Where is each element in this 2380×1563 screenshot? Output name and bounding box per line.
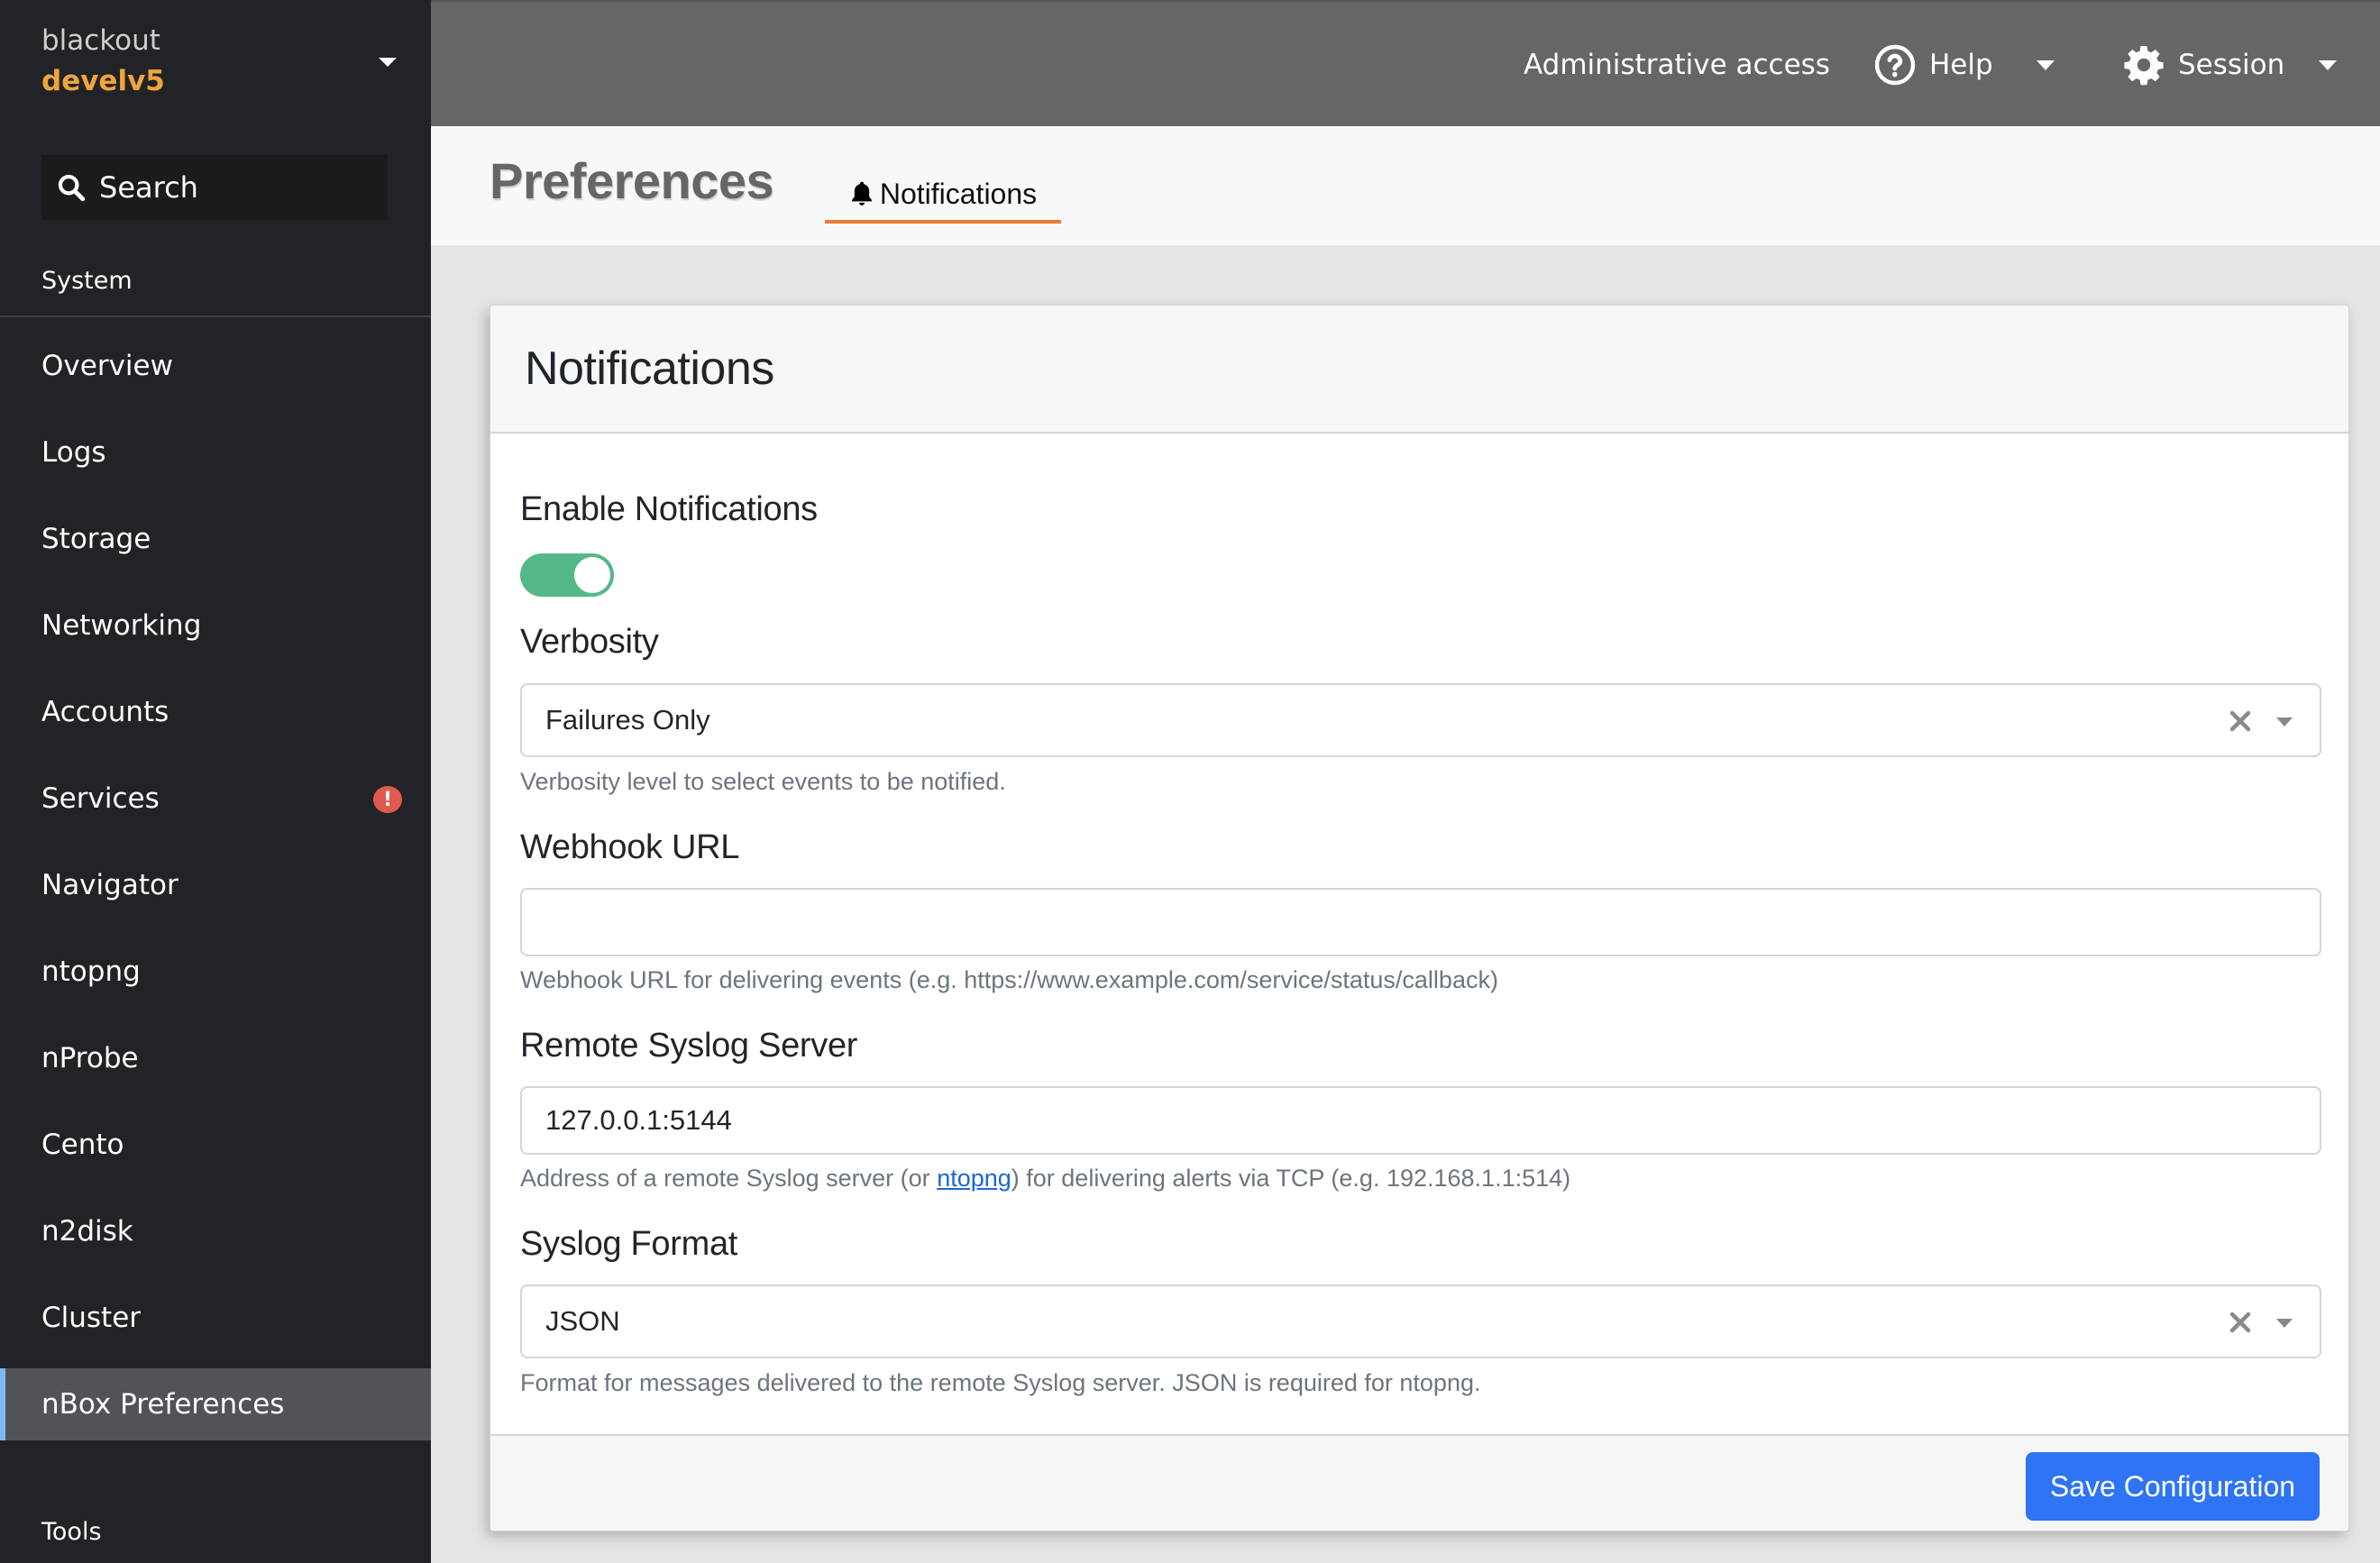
syslog-format-label: Syslog Format (520, 1225, 738, 1263)
admin-access-label: Administrative access (1524, 49, 1830, 81)
clear-icon[interactable] (2224, 705, 2256, 737)
caret-down-icon[interactable] (379, 58, 397, 67)
card-footer: Save Configuration (490, 1434, 2348, 1531)
search-label: Search (99, 170, 198, 205)
remote-syslog-server-input[interactable] (520, 1086, 2321, 1155)
tab-label: Notifications (879, 177, 1038, 210)
sidebar-item-networking[interactable]: Networking (0, 582, 431, 669)
caret-down-icon[interactable] (2276, 718, 2293, 727)
sidebar-item-label: n2disk (41, 1215, 133, 1248)
sidebar-item-label: Cento (41, 1129, 124, 1161)
sidebar-divider (0, 315, 431, 317)
save-configuration-button[interactable]: Save Configuration (2026, 1452, 2320, 1521)
verbosity-help: Verbosity level to select events to be n… (520, 768, 1006, 795)
session-label: Session (2178, 49, 2285, 81)
help-text: ) for delivering alerts via TCP (e.g. 19… (1011, 1165, 1571, 1192)
alert-badge-icon: ! (373, 786, 402, 813)
search-icon (58, 174, 86, 202)
syslog-format-select[interactable]: JSON (520, 1284, 2321, 1358)
remote-syslog-server-label: Remote Syslog Server (520, 1027, 858, 1065)
host-name: blackout (41, 24, 160, 57)
sidebar-item-label: Logs (41, 436, 106, 469)
tab-notifications[interactable]: Notifications (825, 164, 1061, 224)
sidebar-item-label: ntopng (41, 955, 141, 988)
card-header: Notifications (490, 306, 2348, 434)
help-text: Address of a remote Syslog server (or (520, 1165, 938, 1192)
sidebar-item-cento[interactable]: Cento (0, 1101, 431, 1188)
sidebar-item-nbox-preferences[interactable]: nBox Preferences (0, 1368, 431, 1440)
sidebar-nav: Overview Logs Storage Networking Account… (0, 323, 431, 1440)
sidebar-search[interactable]: Search (41, 155, 388, 220)
sidebar-item-ntopng[interactable]: ntopng (0, 928, 431, 1015)
caret-down-icon (2319, 59, 2338, 70)
syslog-format-value: JSON (545, 1305, 620, 1337)
page-header: Preferences Notifications (431, 126, 2380, 245)
section-system: System (41, 267, 133, 295)
sidebar-item-label: Cluster (41, 1302, 142, 1334)
enable-notifications-label: Enable Notifications (520, 490, 818, 528)
sidebar-item-storage[interactable]: Storage (0, 496, 431, 582)
webhook-url-label: Webhook URL (520, 828, 740, 866)
card-title: Notifications (525, 343, 774, 395)
section-tools: Tools (41, 1518, 102, 1546)
enable-notifications-toggle[interactable] (520, 553, 614, 597)
bell-icon (851, 181, 872, 206)
verbosity-value: Failures Only (545, 704, 710, 736)
webhook-url-help: Webhook URL for delivering events (e.g. … (520, 966, 1498, 993)
page-title: Preferences (490, 152, 774, 209)
ntopng-link[interactable]: ntopng (937, 1165, 1012, 1192)
verbosity-select[interactable]: Failures Only (520, 683, 2321, 757)
sidebar-item-label: Storage (41, 523, 151, 555)
session-menu[interactable]: Session (2122, 2, 2338, 128)
sidebar-item-services[interactable]: Services ! (0, 755, 431, 842)
caret-down-icon[interactable] (2276, 1319, 2293, 1328)
administrative-access-link[interactable]: Administrative access (1524, 2, 1830, 128)
host-switcher[interactable]: blackout develv5 (41, 22, 165, 103)
question-circle-icon (1874, 44, 1916, 86)
remote-syslog-server-help: Address of a remote Syslog server (or nt… (520, 1165, 1570, 1193)
active-tab-indicator (825, 220, 1061, 224)
webhook-url-input[interactable] (520, 888, 2321, 956)
sidebar-item-label: Overview (41, 350, 173, 382)
top-bar: Administrative access Help Session (431, 0, 2380, 126)
sidebar-item-label: Services (41, 782, 160, 815)
sidebar-item-navigator[interactable]: Navigator (0, 842, 431, 928)
help-label: Help (1929, 49, 1993, 81)
help-menu[interactable]: Help (1873, 2, 2055, 128)
toggle-knob (574, 557, 610, 593)
notifications-card: Notifications Enable Notifications Verbo… (490, 305, 2349, 1531)
sidebar-item-nprobe[interactable]: nProbe (0, 1015, 431, 1101)
sidebar-item-label: Accounts (41, 696, 169, 728)
host-instance: develv5 (41, 65, 165, 97)
gear-icon (2124, 46, 2164, 86)
sidebar-item-logs[interactable]: Logs (0, 409, 431, 496)
sidebar-item-label: nBox Preferences (41, 1388, 285, 1421)
verbosity-label: Verbosity (520, 623, 659, 661)
clear-icon[interactable] (2224, 1306, 2256, 1339)
sidebar: blackout develv5 Search System Overview … (0, 0, 431, 1563)
sidebar-item-accounts[interactable]: Accounts (0, 669, 431, 755)
sidebar-item-label: Networking (41, 609, 202, 642)
caret-down-icon (2036, 59, 2055, 70)
sidebar-item-label: Navigator (41, 869, 178, 901)
sidebar-item-label: nProbe (41, 1042, 139, 1074)
sidebar-item-n2disk[interactable]: n2disk (0, 1188, 431, 1275)
syslog-format-help: Format for messages delivered to the rem… (520, 1369, 1481, 1396)
sidebar-item-overview[interactable]: Overview (0, 323, 431, 409)
sidebar-item-cluster[interactable]: Cluster (0, 1275, 431, 1361)
